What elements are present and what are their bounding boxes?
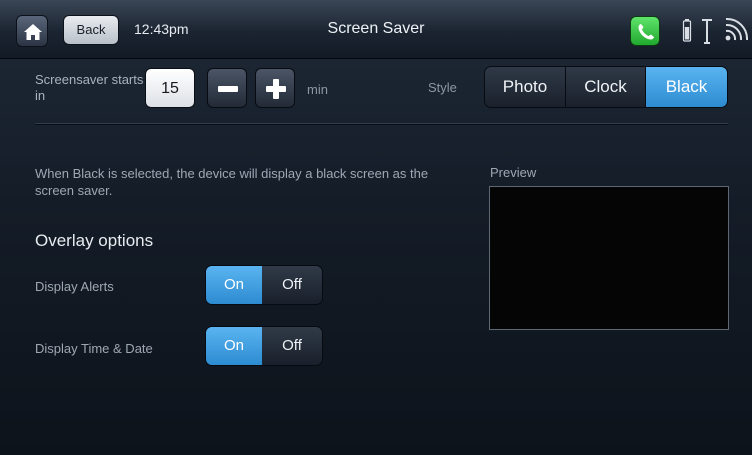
increment-button[interactable] <box>255 68 295 108</box>
wifi-icon <box>722 16 749 49</box>
style-label: Style <box>428 80 457 95</box>
display-alerts-label: Display Alerts <box>35 279 114 294</box>
display-time-date-off-option[interactable]: Off <box>262 327 322 365</box>
style-option-photo[interactable]: Photo <box>484 66 566 108</box>
style-option-black[interactable]: Black <box>646 66 728 108</box>
antenna-icon <box>700 16 714 51</box>
minutes-value-field[interactable]: 15 <box>145 68 195 108</box>
battery-icon <box>682 16 692 49</box>
minutes-unit-label: min <box>307 82 328 97</box>
phone-icon <box>638 24 654 40</box>
display-time-date-toggle[interactable]: On Off <box>205 326 323 366</box>
screensaver-starts-label: Screensaver starts in <box>35 72 144 103</box>
style-option-clock[interactable]: Clock <box>566 66 646 108</box>
display-alerts-off-option[interactable]: Off <box>262 266 322 304</box>
divider <box>35 123 728 125</box>
top-bar: Back 12:43pm Screen Saver <box>0 0 752 59</box>
display-time-date-label: Display Time & Date <box>35 341 153 356</box>
decrement-button[interactable] <box>207 68 247 108</box>
display-alerts-toggle[interactable]: On Off <box>205 265 323 305</box>
display-alerts-on-option[interactable]: On <box>206 266 262 304</box>
phone-button[interactable] <box>630 16 660 46</box>
minus-icon <box>218 86 238 92</box>
style-description: When Black is selected, the device will … <box>35 166 429 198</box>
preview-label: Preview <box>490 165 537 180</box>
overlay-options-heading: Overlay options <box>35 231 154 250</box>
screen: Back 12:43pm Screen Saver Screensaver st… <box>0 0 752 455</box>
display-time-date-on-option[interactable]: On <box>206 327 262 365</box>
preview-pane <box>489 186 729 330</box>
